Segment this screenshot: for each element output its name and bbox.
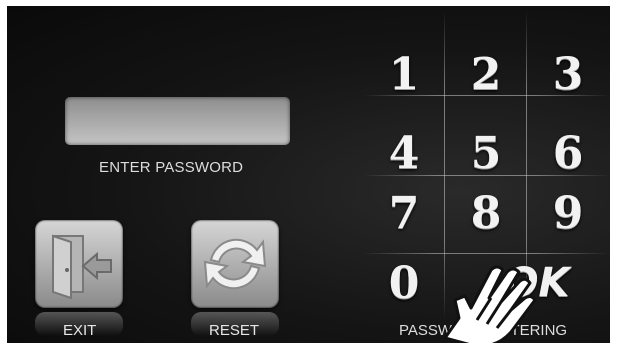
enter-password-label: ENTER PASSWORD (99, 159, 244, 176)
hand-pointer-icon (443, 265, 537, 343)
exit-label: EXIT (63, 322, 97, 339)
key-8[interactable]: 8 (446, 177, 526, 249)
exit-door-icon (52, 234, 112, 300)
password-screen: ENTER PASSWORD EXIT RESET 1 2 3 4 5 6 7 … (7, 6, 610, 343)
key-3[interactable]: 3 (528, 38, 608, 110)
key-1[interactable]: 1 (364, 38, 444, 110)
exit-button[interactable] (35, 220, 123, 308)
password-field[interactable] (65, 97, 290, 145)
key-9[interactable]: 9 (528, 177, 608, 249)
key-7[interactable]: 7 (364, 177, 444, 249)
reset-button[interactable] (191, 220, 279, 308)
reset-label: RESET (209, 322, 260, 339)
key-2[interactable]: 2 (446, 38, 526, 110)
key-0[interactable]: 0 (364, 247, 444, 319)
reset-arrows-icon (203, 238, 267, 290)
